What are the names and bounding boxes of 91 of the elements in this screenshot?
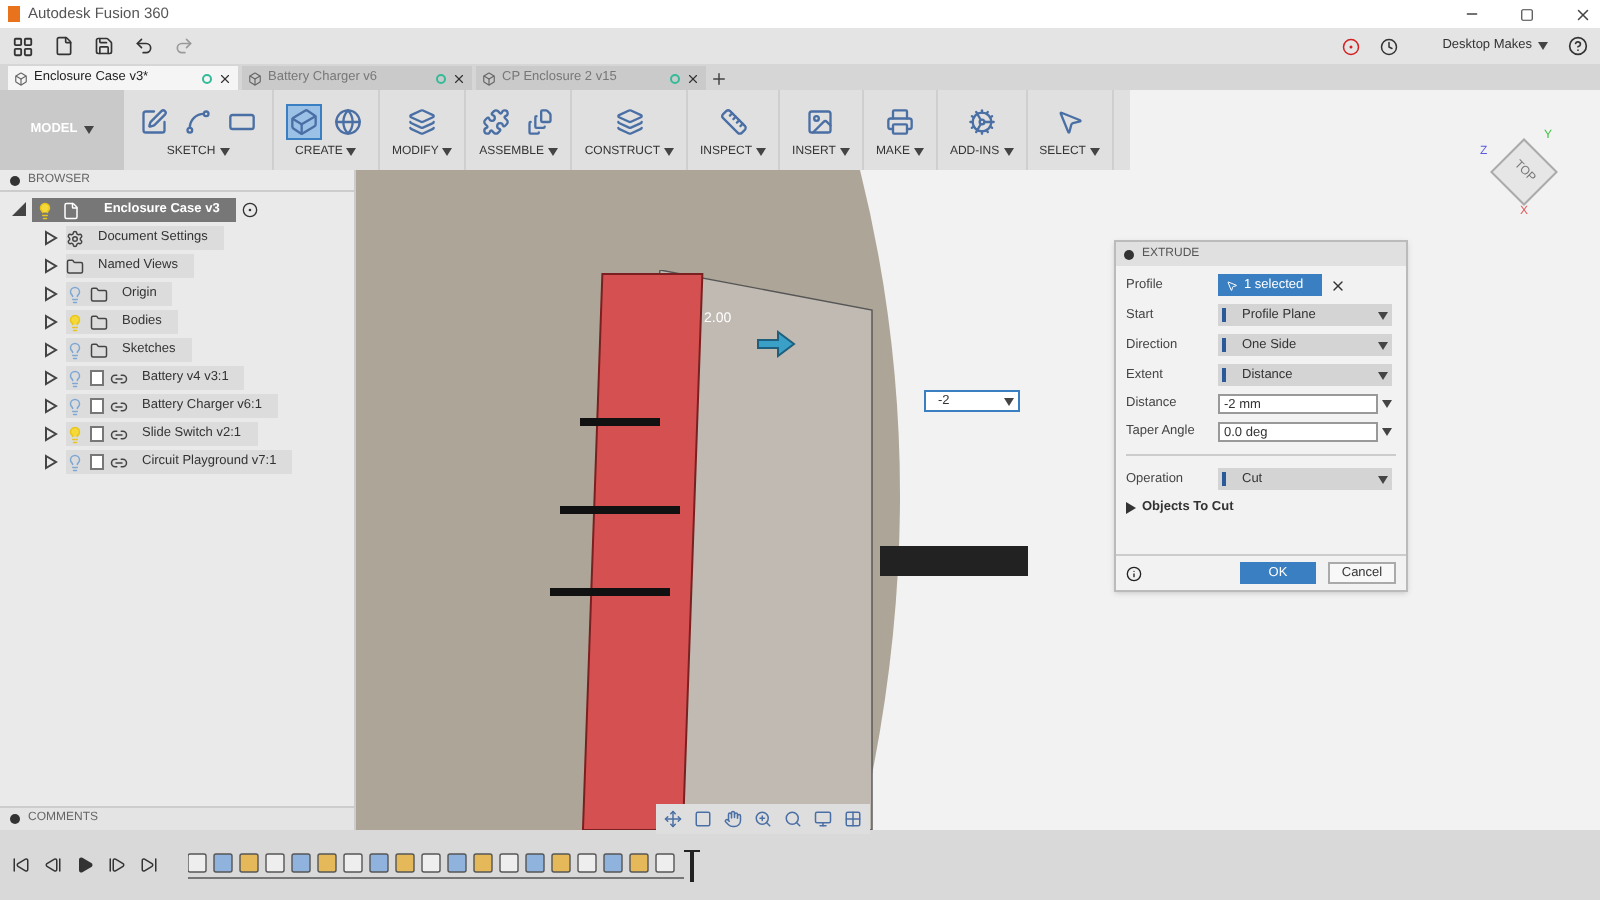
app-logo-icon	[8, 6, 20, 22]
folder-icon	[66, 257, 84, 275]
record-icon[interactable]	[1342, 37, 1361, 55]
caret-icon[interactable]	[1089, 148, 1100, 156]
view-tool-icon[interactable]	[664, 810, 682, 828]
tool-icon[interactable]	[478, 103, 515, 139]
tool-icon[interactable]	[611, 103, 648, 139]
folder-icon	[90, 285, 108, 303]
caret-icon[interactable]	[1378, 371, 1388, 379]
caret-icon[interactable]	[839, 148, 850, 156]
info-icon[interactable]	[1126, 565, 1142, 581]
caret-icon[interactable]	[219, 148, 230, 156]
component-box-icon	[90, 398, 104, 414]
tool-icon[interactable]	[404, 103, 441, 139]
tool-icon[interactable]	[330, 103, 366, 139]
tool-icon[interactable]	[286, 103, 322, 139]
caret-icon[interactable]	[1003, 148, 1014, 156]
collapsed-triangle-icon[interactable]	[44, 370, 60, 386]
close-icon[interactable]	[1574, 5, 1592, 23]
close-icon[interactable]	[1330, 277, 1346, 293]
maximize-icon[interactable]	[1520, 7, 1534, 21]
collapsed-triangle-icon[interactable]	[44, 314, 60, 330]
caret-icon[interactable]	[442, 148, 453, 156]
collapsed-triangle-icon[interactable]	[44, 230, 60, 246]
close-icon[interactable]	[452, 71, 466, 85]
caret-icon[interactable]	[83, 126, 94, 134]
collapsed-triangle-icon[interactable]	[44, 426, 60, 442]
activate-icon[interactable]	[241, 202, 258, 218]
component-box-icon	[90, 454, 104, 470]
expanded-triangle-icon[interactable]	[12, 202, 26, 218]
close-icon[interactable]	[218, 71, 232, 85]
caret-icon[interactable]	[346, 148, 357, 156]
tool-icon[interactable]	[881, 103, 918, 139]
collapsed-triangle-icon[interactable]	[44, 342, 60, 358]
collapse-icon[interactable]	[10, 175, 20, 185]
collapsed-triangle-icon[interactable]	[44, 258, 60, 274]
collapsed-triangle-icon[interactable]	[44, 454, 60, 470]
file-icon[interactable]	[54, 36, 74, 56]
folder-icon	[90, 341, 108, 359]
caret-icon[interactable]	[1004, 397, 1014, 405]
link-icon	[110, 369, 128, 387]
apps-grid-icon[interactable]	[12, 35, 34, 57]
cube-icon	[14, 71, 28, 85]
view-tool-icon[interactable]	[784, 810, 802, 828]
close-icon[interactable]	[686, 71, 700, 85]
caret-icon[interactable]	[548, 148, 559, 156]
collapsed-triangle-icon[interactable]	[44, 398, 60, 414]
help-icon[interactable]	[1568, 36, 1588, 56]
collapsed-triangle-icon[interactable]	[44, 286, 60, 302]
link-icon	[110, 397, 128, 415]
view-tool-icon[interactable]	[724, 810, 742, 828]
arrow-handle-icon[interactable]	[756, 330, 796, 358]
caret-icon[interactable]	[756, 148, 767, 156]
last-step-icon[interactable]	[140, 856, 158, 874]
caret-icon[interactable]	[1378, 341, 1388, 349]
expand-icon[interactable]	[10, 814, 20, 824]
save-icon[interactable]	[94, 36, 114, 56]
collapse-icon[interactable]	[1124, 249, 1134, 259]
link-icon	[110, 425, 128, 443]
tool-icon[interactable]	[136, 103, 172, 139]
caret-icon[interactable]	[1378, 311, 1388, 319]
link-icon	[110, 453, 128, 471]
document-icon	[62, 201, 80, 219]
view-tool-icon[interactable]	[814, 810, 832, 828]
component-box-icon	[90, 426, 104, 442]
play-icon[interactable]	[76, 856, 94, 874]
caret-icon[interactable]	[913, 148, 924, 156]
lightbulb-icon[interactable]	[36, 201, 54, 219]
undo-icon[interactable]	[134, 36, 154, 56]
new-tab-icon[interactable]	[710, 70, 728, 88]
first-step-icon[interactable]	[12, 856, 30, 874]
view-tool-icon[interactable]	[844, 810, 862, 828]
caret-icon[interactable]	[1378, 475, 1388, 483]
caret-icon[interactable]	[1382, 400, 1392, 408]
collapsed-triangle-icon[interactable]	[1126, 501, 1136, 514]
previous-step-icon[interactable]	[44, 856, 62, 874]
pointer-icon	[1226, 279, 1238, 291]
next-step-icon[interactable]	[108, 856, 126, 874]
caret-icon[interactable]	[1538, 42, 1548, 50]
caret-icon[interactable]	[1382, 428, 1392, 436]
gear-icon	[66, 229, 84, 247]
cube-icon	[482, 71, 496, 85]
clock-icon[interactable]	[1380, 37, 1399, 55]
component-box-icon	[90, 370, 104, 386]
caret-icon[interactable]	[664, 148, 675, 156]
tool-icon[interactable]	[715, 103, 752, 139]
view-tool-icon[interactable]	[694, 810, 712, 828]
tool-icon[interactable]	[963, 103, 1000, 139]
cube-icon	[248, 71, 262, 85]
view-tool-icon[interactable]	[754, 810, 772, 828]
folder-icon	[90, 313, 108, 331]
